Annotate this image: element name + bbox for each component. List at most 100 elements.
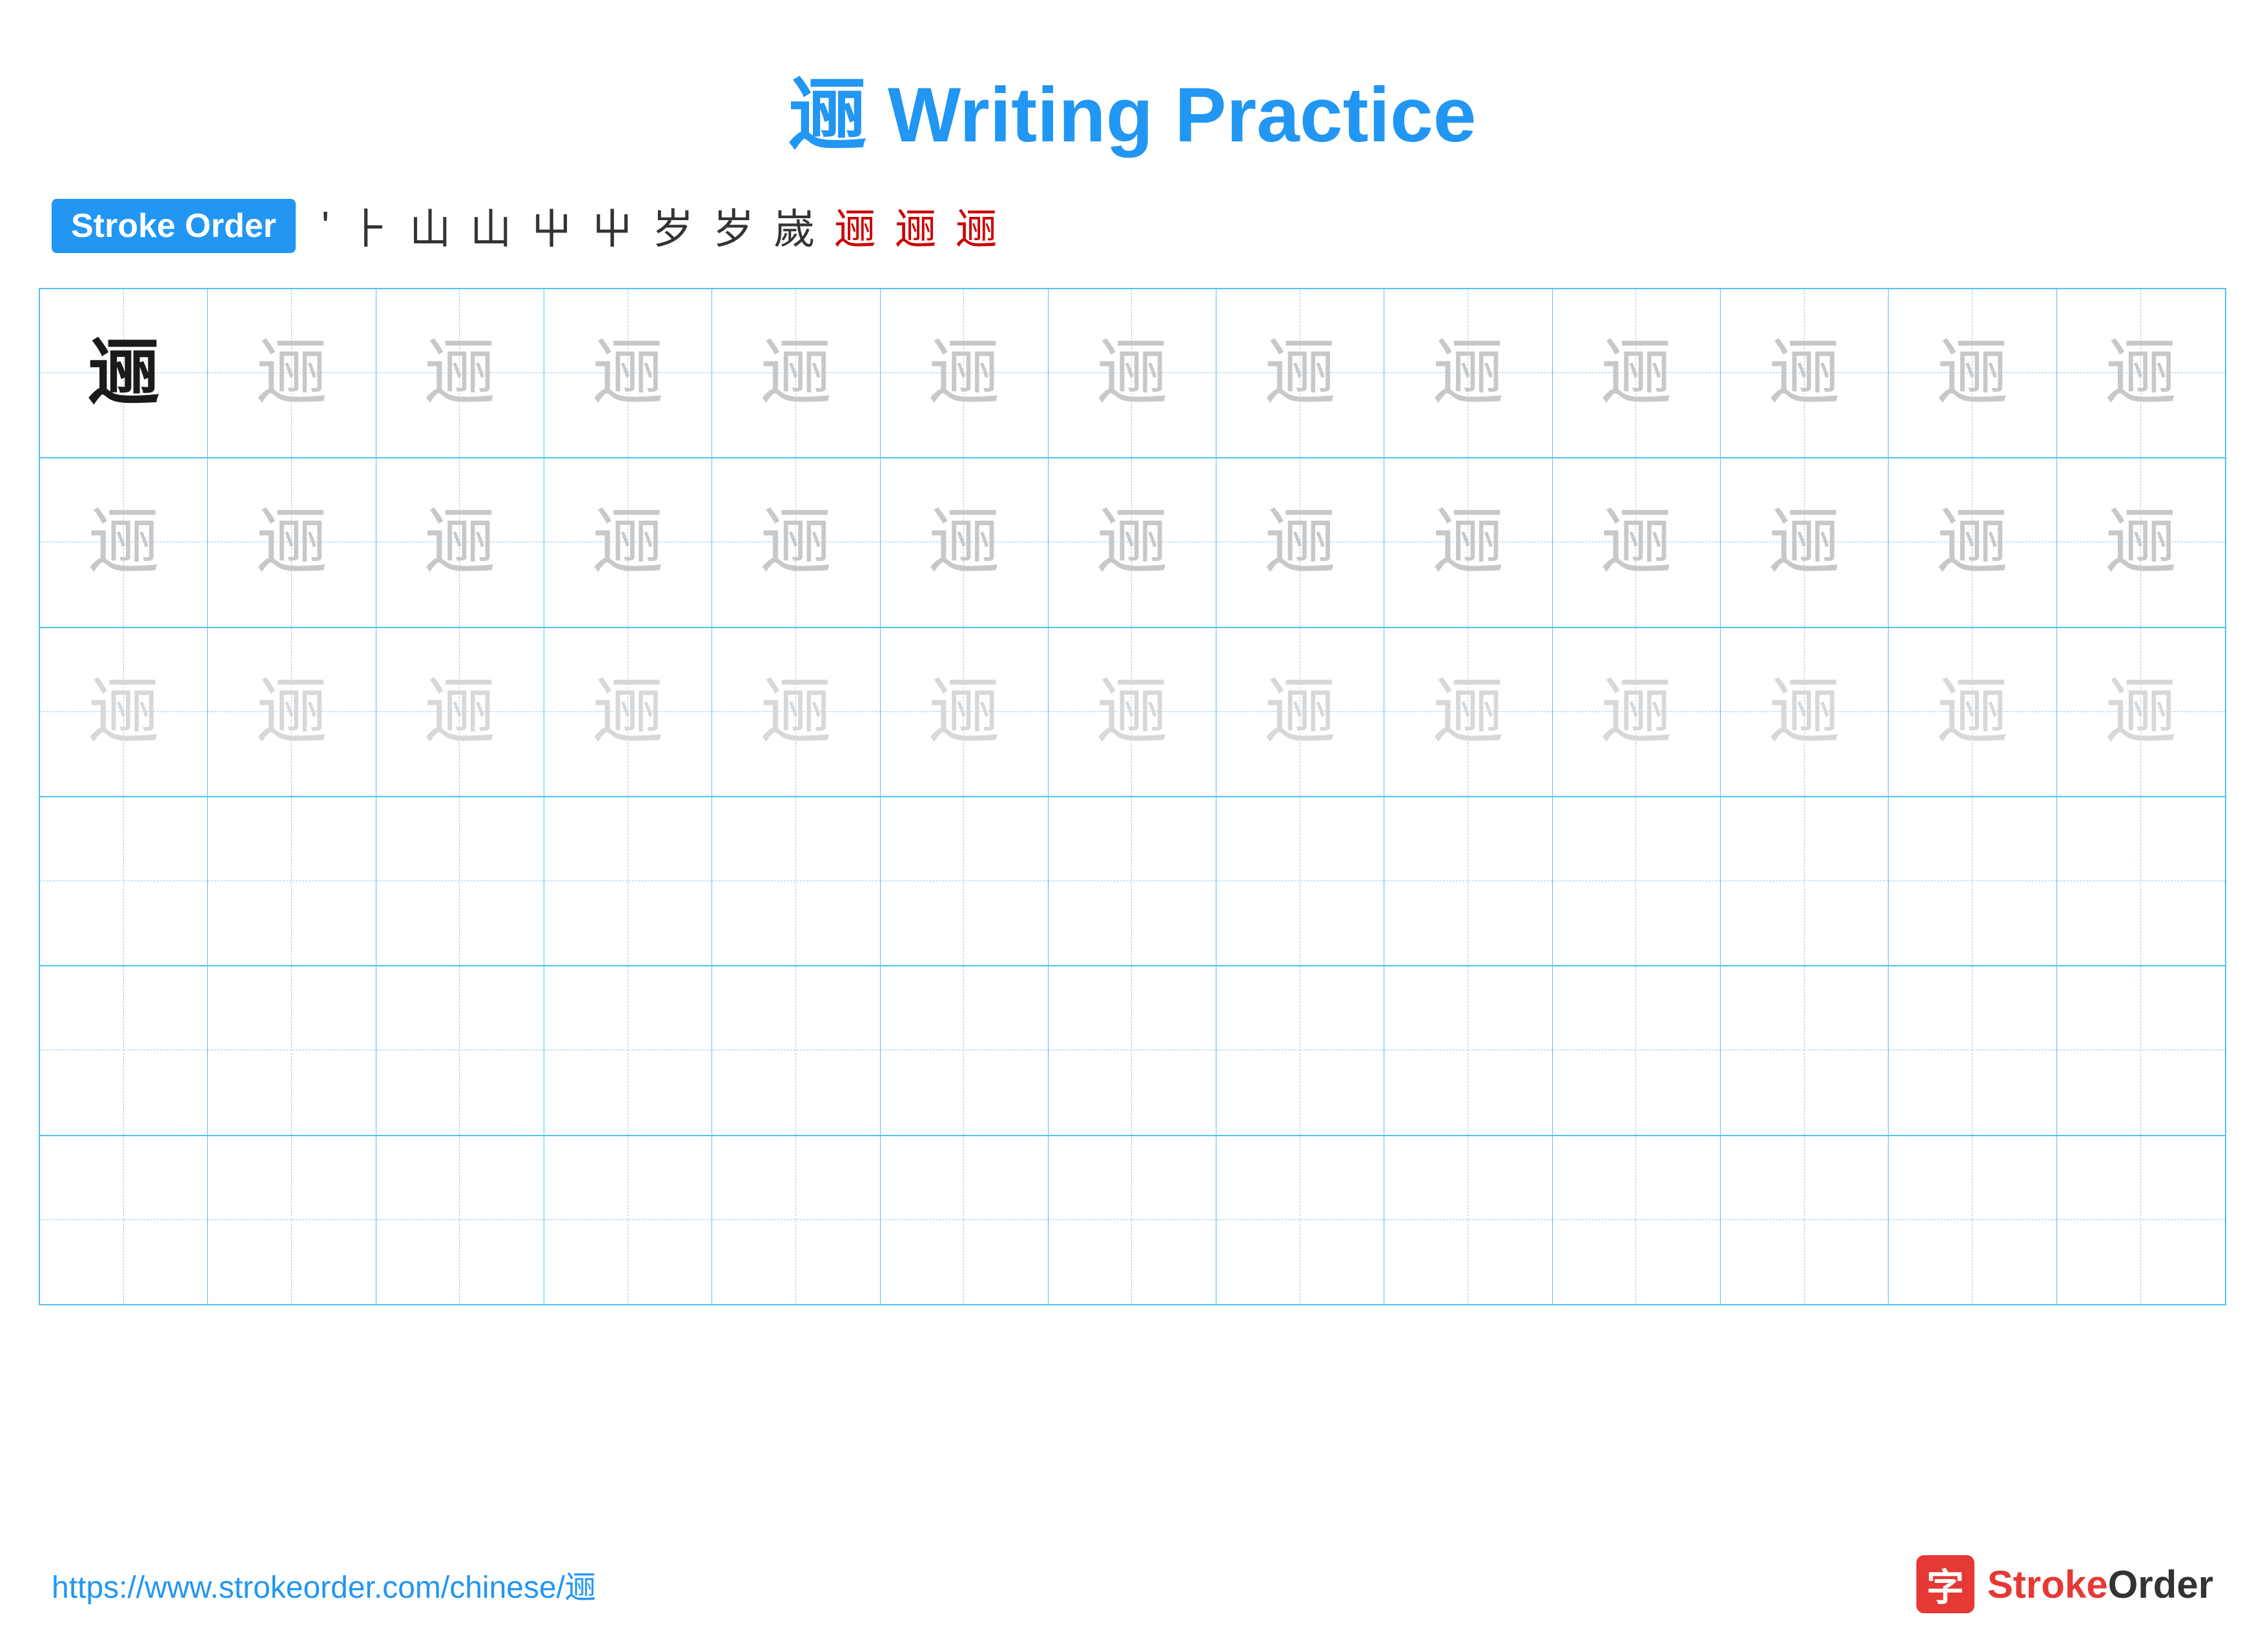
grid-cell-empty[interactable] — [2057, 797, 2225, 965]
grid-cell-empty[interactable] — [544, 966, 712, 1134]
grid-cell[interactable]: 逦 — [544, 628, 712, 796]
grid-cell[interactable]: 逦 — [1553, 289, 1721, 457]
grid-cell[interactable]: 逦 — [1384, 458, 1552, 626]
grid-cell-empty[interactable] — [376, 797, 544, 965]
grid-cell[interactable]: 逦 — [1384, 289, 1552, 457]
grid-cell-empty[interactable] — [1553, 966, 1721, 1134]
grid-cell[interactable]: 逦 — [1216, 628, 1384, 796]
grid-cell-empty[interactable] — [1889, 1136, 2056, 1304]
grid-cell-empty[interactable] — [1553, 797, 1721, 965]
practice-char: 逦 — [1601, 338, 1672, 409]
grid-cell-empty[interactable] — [712, 1136, 880, 1304]
grid-cell-empty[interactable] — [544, 1136, 712, 1304]
grid-cell-empty[interactable] — [376, 966, 544, 1134]
grid-cell-empty[interactable] — [1553, 1136, 1721, 1304]
grid-cell[interactable]: 逦 — [40, 628, 208, 796]
grid-cell[interactable]: 逦 — [712, 458, 880, 626]
grid-cell[interactable]: 逦 — [208, 289, 376, 457]
grid-cell[interactable]: 逦 — [881, 458, 1049, 626]
practice-char: 逦 — [88, 507, 159, 578]
grid-cell-empty[interactable] — [40, 966, 208, 1134]
practice-char: 逦 — [1769, 677, 1840, 748]
grid-cell-empty[interactable] — [376, 1136, 544, 1304]
stroke-order-badge: Stroke Order — [52, 199, 296, 253]
grid-cell-empty[interactable] — [2057, 966, 2225, 1134]
practice-char: 逦 — [256, 677, 327, 748]
grid-cell-empty[interactable] — [1049, 797, 1216, 965]
grid-cell[interactable]: 逦 — [1553, 458, 1721, 626]
grid-cell[interactable]: 逦 — [1049, 289, 1216, 457]
grid-cell[interactable]: 逦 — [1721, 458, 1889, 626]
grid-cell[interactable]: 逦 — [1553, 628, 1721, 796]
practice-char: 逦 — [88, 677, 159, 748]
grid-cell-empty[interactable] — [1049, 966, 1216, 1134]
grid-cell[interactable]: 逦 — [1216, 458, 1384, 626]
grid-cell-empty[interactable] — [2057, 1136, 2225, 1304]
stroke-step-12: 逦 — [956, 196, 997, 256]
grid-cell-empty[interactable] — [1889, 966, 2056, 1134]
practice-char: 逦 — [761, 507, 832, 578]
grid-cell-empty[interactable] — [881, 966, 1049, 1134]
grid-cell-empty[interactable] — [1216, 797, 1384, 965]
grid-cell-empty[interactable] — [1721, 797, 1889, 965]
practice-char: 逦 — [1601, 677, 1672, 748]
practice-char: 逦 — [1937, 507, 2008, 578]
grid-cell[interactable]: 逦 — [1049, 628, 1216, 796]
grid-cell[interactable]: 逦 — [40, 289, 208, 457]
grid-cell[interactable]: 逦 — [712, 628, 880, 796]
stroke-step-1: ' — [322, 202, 329, 250]
grid-cell[interactable]: 逦 — [1889, 628, 2056, 796]
grid-cell[interactable]: 逦 — [2057, 458, 2225, 626]
grid-row-1: 逦 逦 逦 逦 逦 逦 逦 逦 逦 逦 逦 逦 — [40, 289, 2225, 458]
grid-cell-empty[interactable] — [1384, 966, 1552, 1134]
grid-cell[interactable]: 逦 — [376, 628, 544, 796]
grid-cell[interactable]: 逦 — [1721, 628, 1889, 796]
practice-char: 逦 — [424, 507, 495, 578]
stroke-step-10: 逦 — [834, 196, 876, 256]
grid-cell-empty[interactable] — [712, 966, 880, 1134]
grid-cell-empty[interactable] — [1216, 966, 1384, 1134]
stroke-step-4: 山 — [470, 196, 511, 256]
practice-char: 逦 — [593, 338, 664, 409]
grid-cell-empty[interactable] — [544, 797, 712, 965]
grid-cell[interactable]: 逦 — [1384, 628, 1552, 796]
grid-cell-empty[interactable] — [712, 797, 880, 965]
grid-cell[interactable]: 逦 — [1216, 289, 1384, 457]
stroke-step-9: 嵗 — [774, 196, 815, 256]
grid-cell-empty[interactable] — [1721, 1136, 1889, 1304]
grid-cell[interactable]: 逦 — [376, 289, 544, 457]
grid-cell[interactable]: 逦 — [208, 628, 376, 796]
grid-cell[interactable]: 逦 — [1049, 458, 1216, 626]
grid-cell-empty[interactable] — [1384, 797, 1552, 965]
practice-char: 逦 — [1433, 338, 1504, 409]
grid-cell-empty[interactable] — [1721, 966, 1889, 1134]
practice-char: 逦 — [1937, 338, 2008, 409]
grid-cell-empty[interactable] — [40, 797, 208, 965]
grid-cell-empty[interactable] — [1384, 1136, 1552, 1304]
grid-cell[interactable]: 逦 — [1889, 289, 2056, 457]
grid-cell-empty[interactable] — [208, 966, 376, 1134]
grid-cell[interactable]: 逦 — [712, 289, 880, 457]
grid-cell[interactable]: 逦 — [376, 458, 544, 626]
grid-cell-empty[interactable] — [40, 1136, 208, 1304]
grid-cell[interactable]: 逦 — [208, 458, 376, 626]
grid-cell-empty[interactable] — [1049, 1136, 1216, 1304]
grid-cell-empty[interactable] — [1216, 1136, 1384, 1304]
grid-cell[interactable]: 逦 — [40, 458, 208, 626]
grid-cell-empty[interactable] — [881, 1136, 1049, 1304]
grid-cell[interactable]: 逦 — [1721, 289, 1889, 457]
grid-cell[interactable]: 逦 — [881, 628, 1049, 796]
title-character: 逦 — [789, 72, 866, 158]
practice-char: 逦 — [593, 507, 664, 578]
grid-cell-empty[interactable] — [208, 1136, 376, 1304]
grid-cell-empty[interactable] — [208, 797, 376, 965]
grid-cell[interactable]: 逦 — [1889, 458, 2056, 626]
grid-cell-empty[interactable] — [1889, 797, 2056, 965]
grid-cell[interactable]: 逦 — [544, 289, 712, 457]
grid-cell[interactable]: 逦 — [2057, 289, 2225, 457]
grid-cell[interactable]: 逦 — [544, 458, 712, 626]
grid-cell-empty[interactable] — [881, 797, 1049, 965]
grid-cell[interactable]: 逦 — [881, 289, 1049, 457]
grid-cell[interactable]: 逦 — [2057, 628, 2225, 796]
logo-icon: 字 — [1916, 1555, 1974, 1613]
